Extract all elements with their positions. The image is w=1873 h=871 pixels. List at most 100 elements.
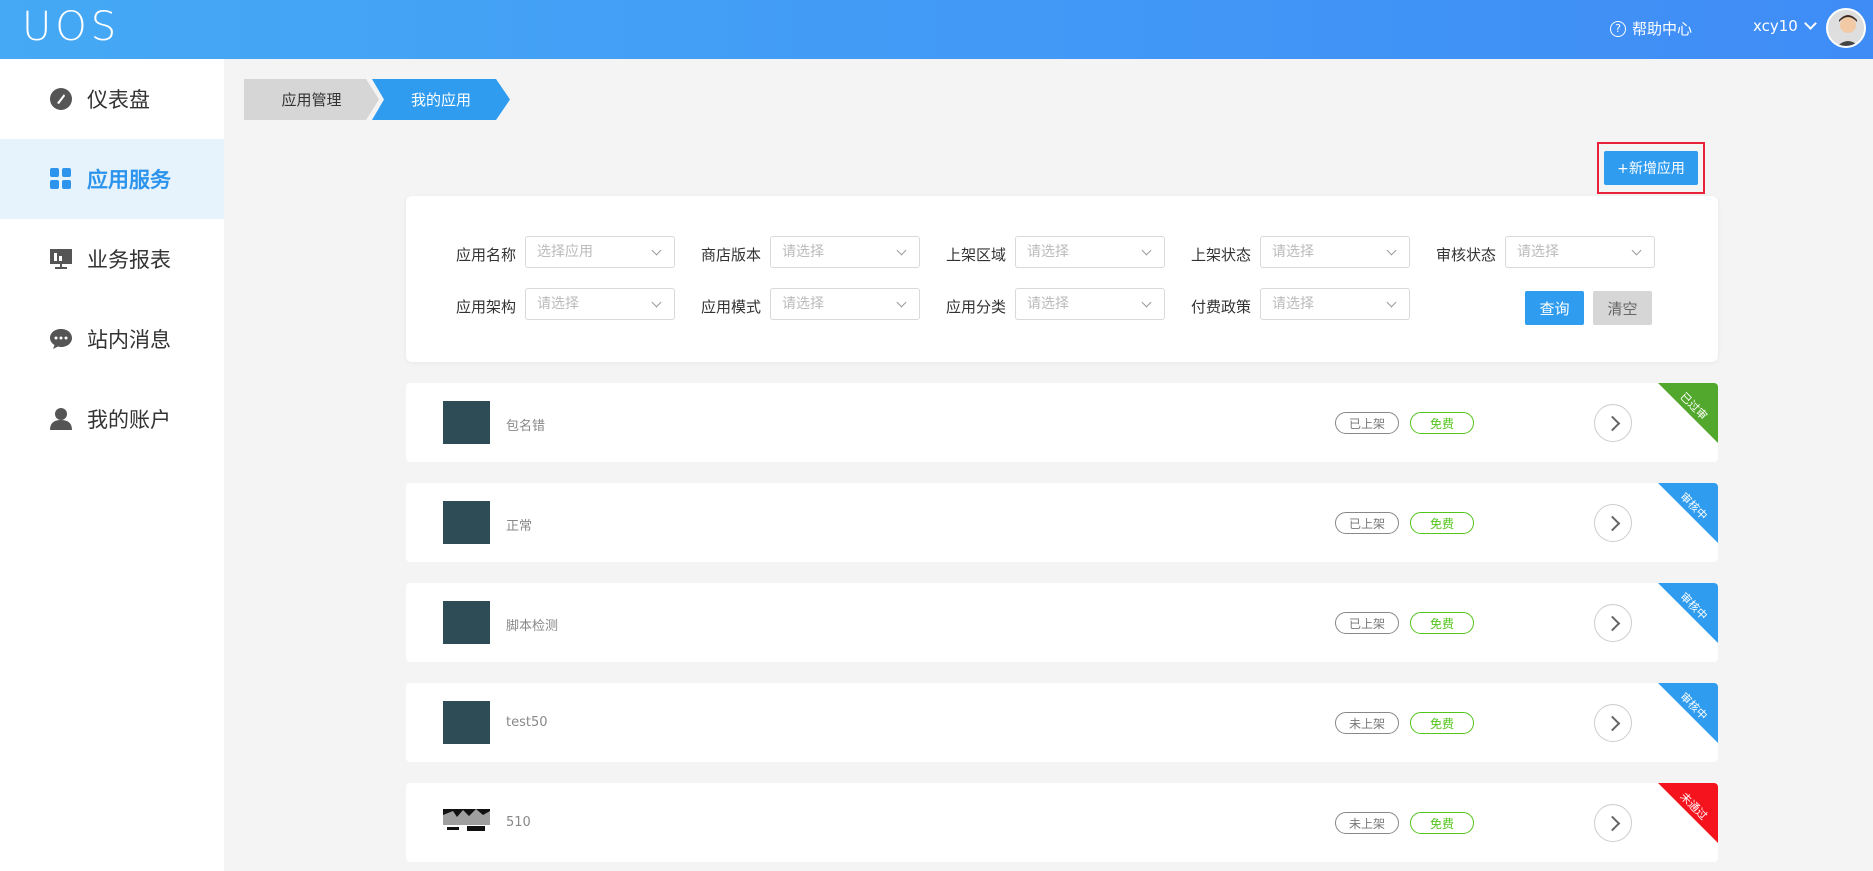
query-button[interactable]: 查询 bbox=[1525, 291, 1584, 325]
sidebar-item-label: 站内消息 bbox=[87, 328, 171, 352]
filter-label-listing-region: 上架区域 bbox=[946, 246, 1007, 264]
sidebar-item-label: 我的账户 bbox=[87, 408, 171, 432]
listing-status-badge: 未上架 bbox=[1335, 712, 1399, 734]
listing-status-badge: 已上架 bbox=[1335, 612, 1399, 634]
chevron-down-icon bbox=[1141, 297, 1152, 308]
fee-badge: 免费 bbox=[1410, 512, 1474, 534]
review-status-placeholder: 请选择 bbox=[1517, 244, 1559, 260]
breadcrumb-app-management[interactable]: 应用管理 bbox=[244, 79, 379, 120]
listing-status-placeholder: 请选择 bbox=[1272, 244, 1314, 260]
listing-region-placeholder: 请选择 bbox=[1027, 244, 1069, 260]
new-app-button[interactable]: +新增应用 bbox=[1604, 151, 1698, 185]
review-status-ribbon: 已过审 bbox=[1658, 383, 1718, 443]
filter-label-listing-status: 上架状态 bbox=[1191, 246, 1252, 264]
listing-status-select[interactable]: 请选择 bbox=[1260, 236, 1410, 268]
app-name-select[interactable]: 选择应用 bbox=[525, 236, 675, 268]
chevron-right-icon bbox=[1604, 815, 1621, 832]
app-logo-image bbox=[443, 809, 490, 831]
fee-badge: 免费 bbox=[1410, 812, 1474, 834]
app-category-placeholder: 请选择 bbox=[1027, 296, 1069, 312]
review-status-ribbon: 审核中 bbox=[1658, 583, 1718, 643]
chevron-down-icon bbox=[1141, 245, 1152, 256]
app-detail-button[interactable] bbox=[1594, 704, 1632, 742]
chevron-down-icon bbox=[651, 297, 662, 308]
chevron-down-icon bbox=[1386, 245, 1397, 256]
app-arch-select[interactable]: 请选择 bbox=[525, 288, 675, 320]
sidebar-item-messages[interactable]: 站内消息 bbox=[0, 299, 224, 379]
filter-label-app-mode: 应用模式 bbox=[701, 298, 762, 316]
app-thumbnail bbox=[443, 701, 490, 744]
clear-button[interactable]: 清空 bbox=[1593, 291, 1652, 325]
pay-policy-placeholder: 请选择 bbox=[1272, 296, 1314, 312]
breadcrumb-my-apps[interactable]: 我的应用 bbox=[372, 79, 510, 120]
sidebar-item-account[interactable]: 我的账户 bbox=[0, 379, 224, 459]
review-status-select[interactable]: 请选择 bbox=[1505, 236, 1655, 268]
app-detail-button[interactable] bbox=[1594, 804, 1632, 842]
app-card[interactable]: 脚本检测 已上架 免费 审核中 bbox=[406, 583, 1718, 662]
help-center-label: 帮助中心 bbox=[1632, 20, 1693, 38]
help-center-link[interactable]: ? 帮助中心 bbox=[1610, 18, 1692, 39]
username: xcy10 bbox=[1753, 17, 1798, 35]
sidebar-item-app-services[interactable]: 应用服务 bbox=[0, 139, 224, 219]
listing-region-select[interactable]: 请选择 bbox=[1015, 236, 1165, 268]
uos-logo[interactable]: UOS bbox=[22, 4, 120, 50]
report-icon bbox=[48, 246, 74, 272]
filter-label-review-status: 审核状态 bbox=[1436, 246, 1497, 264]
store-version-placeholder: 请选择 bbox=[782, 244, 824, 260]
app-card[interactable]: 包名错 已上架 免费 已过审 bbox=[406, 383, 1718, 462]
chevron-down-icon bbox=[1386, 297, 1397, 308]
app-card[interactable]: 510 未上架 免费 未通过 bbox=[406, 783, 1718, 862]
fee-badge: 免费 bbox=[1410, 612, 1474, 634]
filter-panel: 应用名称 选择应用 商店版本 请选择 上架区域 请选择 上架状态 请选择 审核状… bbox=[406, 196, 1718, 362]
app-detail-button[interactable] bbox=[1594, 504, 1632, 542]
chevron-right-icon bbox=[1604, 415, 1621, 432]
app-detail-button[interactable] bbox=[1594, 604, 1632, 642]
listing-status-badge: 未上架 bbox=[1335, 812, 1399, 834]
filter-label-app-category: 应用分类 bbox=[946, 298, 1007, 316]
app-card[interactable]: 正常 已上架 免费 审核中 bbox=[406, 483, 1718, 562]
dashboard-icon bbox=[48, 86, 74, 112]
chevron-down-icon bbox=[1631, 245, 1642, 256]
filter-label-app-name: 应用名称 bbox=[456, 246, 517, 264]
top-header: UOS ? 帮助中心 xcy10 bbox=[0, 0, 1873, 59]
review-status-label: 审核中 bbox=[1677, 590, 1710, 623]
app-mode-select[interactable]: 请选择 bbox=[770, 288, 920, 320]
store-version-select[interactable]: 请选择 bbox=[770, 236, 920, 268]
fee-badge: 免费 bbox=[1410, 712, 1474, 734]
app-mode-placeholder: 请选择 bbox=[782, 296, 824, 312]
app-name: test50 bbox=[506, 715, 548, 730]
app-name-placeholder: 选择应用 bbox=[537, 244, 593, 260]
review-status-label: 未通过 bbox=[1677, 790, 1710, 823]
app-detail-button[interactable] bbox=[1594, 404, 1632, 442]
app-thumbnail bbox=[443, 501, 490, 544]
listing-status-badge: 已上架 bbox=[1335, 512, 1399, 534]
sidebar-item-label: 仪表盘 bbox=[87, 88, 150, 112]
sidebar-item-label: 应用服务 bbox=[87, 168, 171, 192]
filter-label-store-version: 商店版本 bbox=[701, 246, 762, 264]
grid-icon bbox=[48, 166, 74, 192]
avatar[interactable] bbox=[1826, 8, 1866, 48]
filter-label-app-arch: 应用架构 bbox=[456, 298, 517, 316]
user-icon bbox=[48, 406, 74, 432]
app-card[interactable]: test50 未上架 免费 审核中 bbox=[406, 683, 1718, 762]
app-arch-placeholder: 请选择 bbox=[537, 296, 579, 312]
user-menu[interactable]: xcy10 bbox=[1753, 17, 1817, 35]
review-status-label: 审核中 bbox=[1677, 690, 1710, 723]
app-category-select[interactable]: 请选择 bbox=[1015, 288, 1165, 320]
app-name: 510 bbox=[506, 815, 531, 830]
sidebar-item-dashboard[interactable]: 仪表盘 bbox=[0, 59, 224, 139]
review-status-label: 已过审 bbox=[1677, 390, 1710, 423]
sidebar-item-reports[interactable]: 业务报表 bbox=[0, 219, 224, 299]
pay-policy-select[interactable]: 请选择 bbox=[1260, 288, 1410, 320]
review-status-ribbon: 审核中 bbox=[1658, 683, 1718, 743]
sidebar: 仪表盘 应用服务 业务报表 站内消息 我的账户 bbox=[0, 59, 224, 871]
app-thumbnail bbox=[443, 601, 490, 644]
review-status-ribbon: 未通过 bbox=[1658, 783, 1718, 843]
listing-status-badge: 已上架 bbox=[1335, 412, 1399, 434]
chevron-down-icon bbox=[1803, 17, 1817, 30]
new-app-highlight: +新增应用 bbox=[1597, 142, 1705, 194]
chevron-down-icon bbox=[896, 297, 907, 308]
filter-label-pay-policy: 付费政策 bbox=[1191, 298, 1252, 316]
help-icon: ? bbox=[1610, 20, 1626, 37]
app-thumbnail bbox=[443, 801, 490, 844]
